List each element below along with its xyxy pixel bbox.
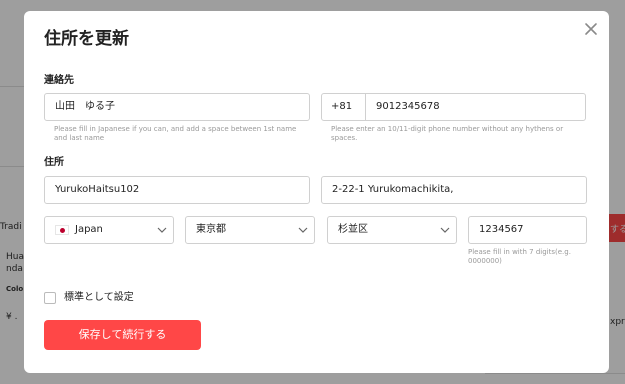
country-select[interactable]: Japan: [44, 216, 174, 244]
address-section-label: 住所: [44, 157, 64, 168]
chevron-down-icon: [440, 227, 450, 233]
address-line2-field[interactable]: 2-22-1 Yurukomachikita,: [321, 176, 587, 204]
country-value: Japan: [75, 224, 103, 235]
default-label: 標準として設定: [64, 292, 134, 303]
prefecture-value: 東京都: [196, 224, 226, 235]
default-checkbox[interactable]: [44, 292, 56, 304]
chevron-down-icon: [298, 227, 308, 233]
address-line1-value: YurukoHaitsu102: [55, 184, 140, 195]
city-value: 杉並区: [338, 224, 368, 235]
save-continue-button[interactable]: 保存して続行する: [44, 320, 201, 350]
close-icon[interactable]: [582, 20, 600, 38]
name-field[interactable]: 山田 ゆる子: [44, 93, 310, 121]
prefecture-select[interactable]: 東京都: [185, 216, 315, 244]
phone-prefix[interactable]: +81: [322, 94, 366, 120]
address-line1-field[interactable]: YurukoHaitsu102: [44, 176, 310, 204]
postal-code-field[interactable]: 1234567: [468, 216, 587, 244]
address-line2-value: 2-22-1 Yurukomachikita,: [332, 184, 454, 195]
update-address-modal: 住所を更新 連絡先 山田 ゆる子 Please fill in Japanese…: [24, 11, 609, 373]
postal-helper: Please fill in with 7 digits(e.g. 000000…: [468, 248, 571, 265]
chevron-down-icon: [157, 227, 167, 233]
city-select[interactable]: 杉並区: [327, 216, 457, 244]
name-helper: Please fill in Japanese if you can, and …: [54, 125, 297, 142]
contact-section-label: 連絡先: [44, 75, 74, 86]
postal-code-value: 1234567: [479, 224, 524, 235]
phone-helper: Please enter an 10/11-digit phone number…: [331, 125, 564, 142]
name-value: 山田 ゆる子: [55, 101, 115, 112]
japan-flag-icon: [55, 225, 69, 235]
phone-value: 9012345678: [376, 101, 440, 112]
modal-title: 住所を更新: [44, 29, 129, 49]
phone-field[interactable]: +81 9012345678: [321, 93, 586, 121]
